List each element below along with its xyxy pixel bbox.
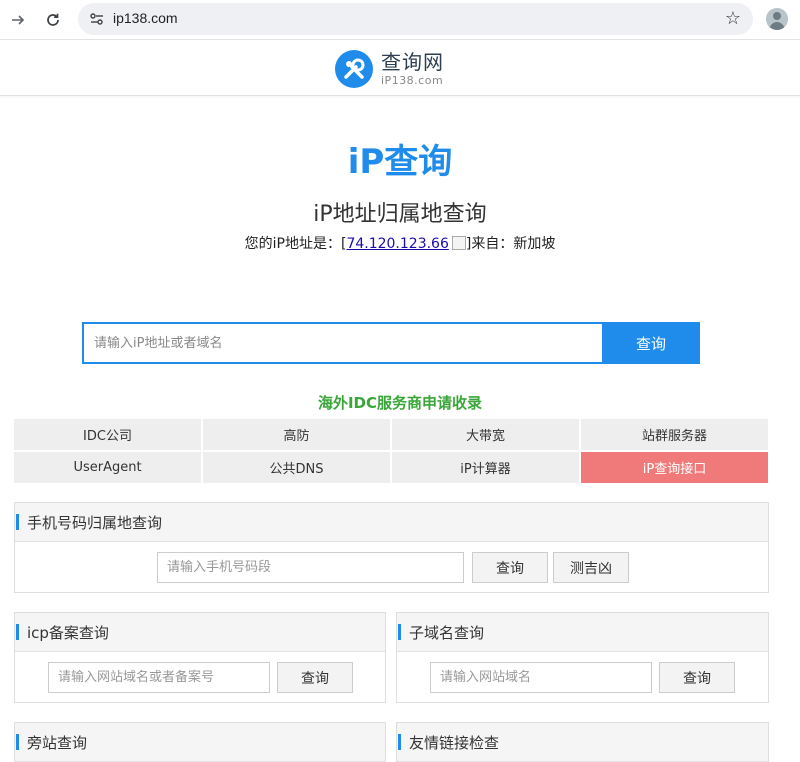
link-idc-company[interactable]: IDC公司	[14, 419, 201, 450]
ip-address-link[interactable]: 74.120.123.66	[346, 236, 448, 252]
quick-links-grid: IDC公司 高防 大带宽 站群服务器 UserAgent 公共DNS iP计算器…	[14, 419, 768, 483]
icp-lookup-panel: icp备案查询 查询	[14, 612, 386, 703]
link-ip-calculator[interactable]: iP计算器	[392, 452, 579, 483]
tools-logo-icon	[335, 50, 373, 88]
profile-avatar[interactable]	[766, 8, 788, 30]
site-header: 查询网 iP138.com	[0, 41, 800, 96]
ip-search-input[interactable]	[82, 322, 602, 364]
current-ip-line: 您的iP地址是：[74.120.123.66 ]来自：新加坡	[0, 233, 800, 253]
link-ip-query-api[interactable]: iP查询接口	[581, 452, 768, 483]
link-big-bandwidth[interactable]: 大带宽	[392, 419, 579, 450]
reload-icon[interactable]	[41, 8, 65, 32]
panel-title: 手机号码归属地查询	[27, 513, 163, 532]
site-settings-icon[interactable]	[88, 10, 106, 28]
sibling-site-panel: 旁站查询	[14, 722, 386, 762]
panel-header: icp备案查询	[15, 613, 385, 652]
panel-header: 友情链接检查	[397, 723, 768, 762]
link-useragent[interactable]: UserAgent	[14, 452, 201, 483]
icp-input[interactable]	[48, 662, 270, 693]
panel-header: 子域名查询	[397, 613, 768, 652]
broken-image-icon	[451, 236, 466, 250]
link-site-cluster-server[interactable]: 站群服务器	[581, 419, 768, 450]
subdomain-input[interactable]	[430, 662, 652, 693]
url-text[interactable]: ip138.com	[113, 10, 178, 26]
logo-english-text: iP138.com	[381, 74, 444, 87]
link-ddos-protection[interactable]: 高防	[203, 419, 390, 450]
idc-promo-link[interactable]: 海外IDC服务商申请收录	[0, 392, 800, 413]
panel-title: icp备案查询	[27, 623, 109, 642]
panel-header: 旁站查询	[15, 723, 385, 762]
panel-header: 手机号码归属地查询	[15, 503, 768, 542]
link-public-dns[interactable]: 公共DNS	[203, 452, 390, 483]
friend-link-panel: 友情链接检查	[396, 722, 769, 762]
icp-query-button[interactable]: 查询	[277, 662, 353, 693]
panel-title: 子域名查询	[409, 623, 485, 642]
ip-prefix: 您的iP地址是：[	[244, 236, 347, 252]
phone-number-input[interactable]	[157, 552, 464, 583]
site-logo[interactable]: 查询网 iP138.com	[335, 50, 444, 88]
ip-search-form: 查询	[82, 322, 700, 364]
logo-chinese-text: 查询网	[381, 50, 444, 74]
browser-toolbar: ip138.com ☆	[0, 0, 800, 40]
forward-icon[interactable]	[6, 8, 30, 32]
panel-title: 旁站查询	[27, 733, 88, 752]
panel-title: 友情链接检查	[409, 733, 500, 752]
ip-location: ]来自：新加坡	[465, 236, 556, 252]
page-title: iP查询	[347, 142, 453, 182]
subdomain-lookup-panel: 子域名查询 查询	[396, 612, 769, 703]
page-subtitle: iP地址归属地查询	[313, 202, 487, 227]
phone-fortune-button[interactable]: 测吉凶	[553, 552, 629, 583]
phone-query-button[interactable]: 查询	[472, 552, 548, 583]
ip-search-button[interactable]: 查询	[602, 322, 700, 364]
bookmark-star-icon[interactable]: ☆	[725, 8, 741, 29]
address-bar[interactable]: ip138.com ☆	[78, 3, 753, 35]
phone-lookup-panel: 手机号码归属地查询 查询 测吉凶	[14, 502, 769, 593]
subdomain-query-button[interactable]: 查询	[659, 662, 735, 693]
